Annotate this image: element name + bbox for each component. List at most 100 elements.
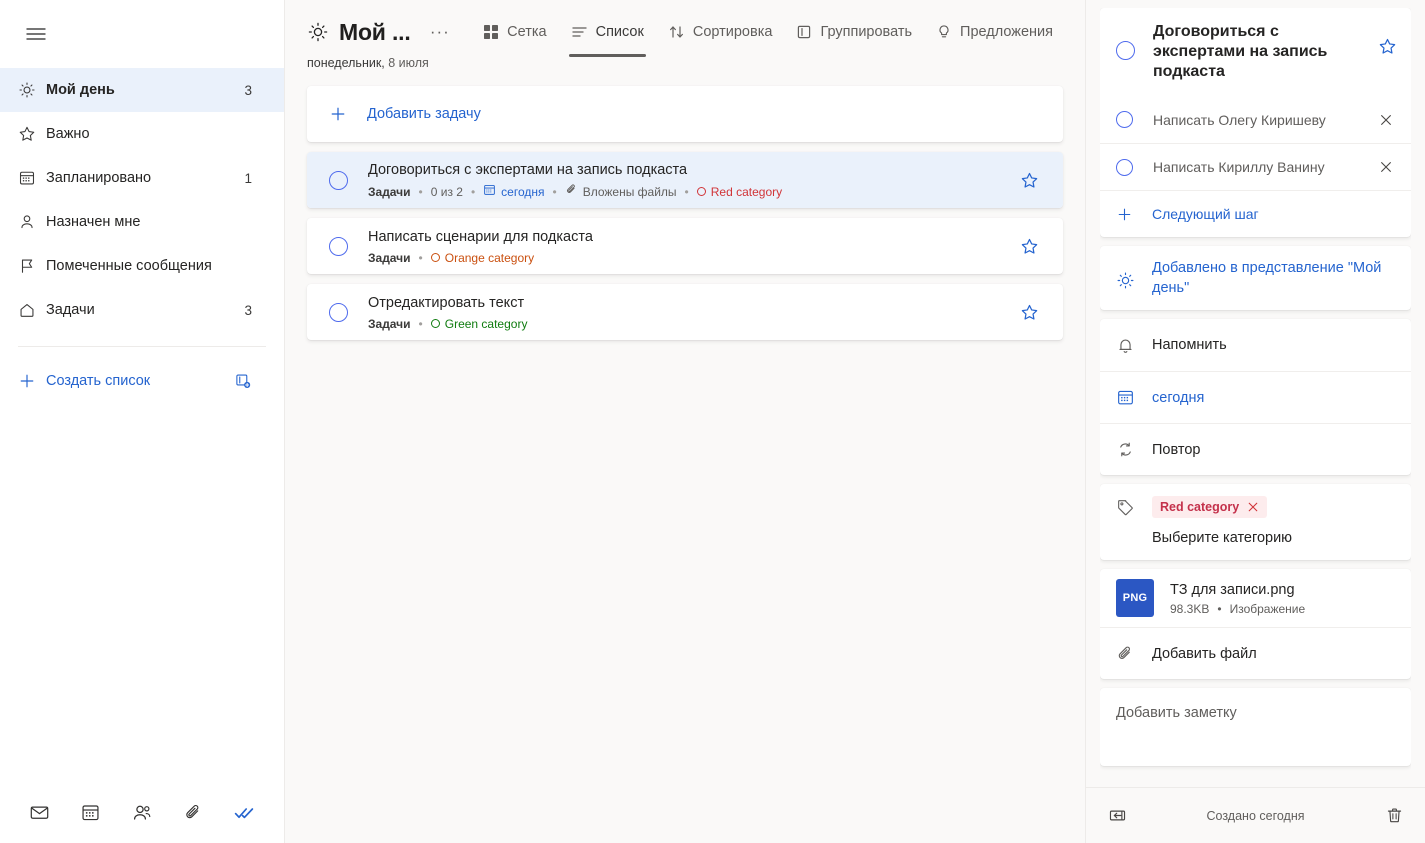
person-icon <box>18 213 46 231</box>
step-complete-checkbox[interactable] <box>1116 158 1133 176</box>
task-favorite-star-icon[interactable] <box>1014 231 1045 262</box>
step-label[interactable]: Написать Кириллу Ванину <box>1153 159 1375 175</box>
flag-icon <box>18 257 46 275</box>
sidebar-item-assigned-to-me[interactable]: Назначен мне <box>0 200 284 244</box>
calendar-icon <box>1116 388 1152 407</box>
add-task-button[interactable]: Добавить задачу <box>307 86 1063 142</box>
attachment-info: ТЗ для записи.png 98.3KB • Изображение <box>1170 581 1305 616</box>
due-date-label: сегодня <box>1152 389 1205 406</box>
tasks-check-icon[interactable] <box>226 795 262 831</box>
add-next-step-button[interactable]: Следующий шаг <box>1100 190 1411 237</box>
category-block: Red category Выберите категорию <box>1100 484 1411 560</box>
attachment-name: ТЗ для записи.png <box>1170 581 1295 598</box>
added-to-my-day-row[interactable]: Добавлено в представление "Мой день" <box>1100 246 1411 310</box>
repeat-label: Повтор <box>1152 441 1201 458</box>
close-icon[interactable] <box>1375 109 1397 131</box>
grid-icon <box>483 24 499 40</box>
status-badge[interactable]: Red category <box>1152 496 1268 518</box>
calendar-icon[interactable] <box>73 795 109 831</box>
people-icon[interactable] <box>124 795 160 831</box>
task-favorite-star-icon[interactable] <box>1014 297 1045 328</box>
add-task-card: Добавить задачу <box>307 86 1063 142</box>
task-card: Договориться с экспертами на запись подк… <box>307 152 1063 208</box>
remind-me-row[interactable]: Напомнить <box>1100 319 1411 371</box>
sun-icon <box>307 21 329 43</box>
close-icon[interactable] <box>1375 156 1397 178</box>
step-label[interactable]: Написать Олегу Киришеву <box>1153 112 1375 128</box>
sidebar-nav: Мой день 3 Важно Запланировано 1 Назначе… <box>0 68 284 332</box>
lightbulb-icon <box>936 24 952 40</box>
detail-attachments-card: PNG ТЗ для записи.png 98.3KB • Изображен… <box>1100 569 1411 679</box>
task-complete-checkbox[interactable] <box>329 302 348 322</box>
detail-favorite-star-icon[interactable] <box>1378 37 1397 56</box>
sun-icon <box>18 81 46 99</box>
detail-step-row[interactable]: Написать Кириллу Ванину <box>1100 143 1411 190</box>
note-input[interactable]: Добавить заметку <box>1100 688 1411 766</box>
category-label: Red category <box>710 184 783 199</box>
tab-list[interactable]: Список <box>561 15 654 57</box>
list-options-button[interactable]: ··· <box>429 18 452 46</box>
meta-separator: • <box>1217 601 1222 616</box>
sidebar-item-flagged-email[interactable]: Помеченные сообщения <box>0 244 284 288</box>
hamburger-icon[interactable] <box>18 16 54 52</box>
add-file-label: Добавить файл <box>1152 645 1257 662</box>
tab-label: Сетка <box>507 24 547 40</box>
bell-icon <box>1116 336 1152 355</box>
trash-icon[interactable] <box>1377 799 1411 833</box>
sidebar-item-label: Запланировано <box>46 170 152 186</box>
due-date-row[interactable]: сегодня <box>1100 371 1411 423</box>
tab-sort[interactable]: Сортировка <box>658 15 783 49</box>
tab-group[interactable]: Группировать <box>786 15 922 49</box>
collapse-panel-icon[interactable] <box>1100 799 1134 833</box>
tab-suggestions[interactable]: Предложения <box>926 15 1063 49</box>
note-placeholder: Добавить заметку <box>1116 705 1237 721</box>
sidebar-item-my-day[interactable]: Мой день 3 <box>0 68 284 112</box>
task-list-area: Добавить задачу Договориться с экспертам… <box>285 86 1085 340</box>
sidebar-item-tasks[interactable]: Задачи 3 <box>0 288 284 332</box>
repeat-row[interactable]: Повтор <box>1100 423 1411 475</box>
meta-separator: • <box>418 184 423 199</box>
attachment-item[interactable]: PNG ТЗ для записи.png 98.3KB • Изображен… <box>1100 569 1411 627</box>
meta-separator: • <box>684 184 689 199</box>
new-list-group-icon[interactable] <box>234 372 266 390</box>
sidebar-item-planned[interactable]: Запланировано 1 <box>0 156 284 200</box>
table-row[interactable]: Написать сценарии для подкаста Задачи • … <box>307 218 1063 274</box>
detail-task-title[interactable]: Договориться с экспертами на запись подк… <box>1153 22 1378 82</box>
task-title: Отредактировать текст <box>368 294 525 311</box>
add-next-step-label: Следующий шаг <box>1152 206 1259 222</box>
detail-category-card: Red category Выберите категорию <box>1100 484 1411 560</box>
due-label: сегодня <box>501 184 545 199</box>
sort-icon <box>668 24 685 40</box>
choose-category-label[interactable]: Выберите категорию <box>1116 530 1395 546</box>
task-complete-checkbox[interactable] <box>329 236 348 256</box>
task-meta: Задачи • Orange category <box>368 250 1014 266</box>
sidebar: Мой день 3 Важно Запланировано 1 Назначе… <box>0 0 285 843</box>
sidebar-item-important[interactable]: Важно <box>0 112 284 156</box>
detail-step-row[interactable]: Написать Олегу Киришеву <box>1100 96 1411 143</box>
sun-icon <box>1116 258 1152 290</box>
create-list-button[interactable]: Создать список <box>0 359 284 403</box>
attachment-subinfo: 98.3KB • Изображение <box>1170 602 1305 616</box>
repeat-icon <box>1116 440 1152 459</box>
category-chip-row: Red category <box>1116 496 1395 518</box>
table-row[interactable]: Отредактировать текст Задачи • Green cat… <box>307 284 1063 340</box>
step-complete-checkbox[interactable] <box>1116 111 1133 128</box>
attachment-icon[interactable] <box>175 795 211 831</box>
task-category: Red category <box>696 184 783 200</box>
category-chip-label: Red category <box>1160 500 1240 514</box>
detail-title-row: Договориться с экспертами на запись подк… <box>1100 8 1411 96</box>
task-favorite-star-icon[interactable] <box>1014 165 1045 196</box>
list-icon <box>571 24 588 40</box>
detail-complete-checkbox[interactable] <box>1116 41 1135 60</box>
attachment-size: 98.3KB <box>1170 601 1210 616</box>
task-complete-checkbox[interactable] <box>329 170 348 190</box>
attachment-type: Изображение <box>1229 601 1306 616</box>
table-row[interactable]: Договориться с экспертами на запись подк… <box>307 152 1063 208</box>
close-icon[interactable] <box>1247 501 1259 513</box>
mail-icon[interactable] <box>22 795 58 831</box>
task-meta: Задачи • Green category <box>368 316 1014 332</box>
add-file-row[interactable]: Добавить файл <box>1100 627 1411 679</box>
tab-grid[interactable]: Сетка <box>473 15 556 49</box>
category-dot-icon <box>430 319 440 328</box>
sidebar-item-label: Важно <box>46 126 90 142</box>
